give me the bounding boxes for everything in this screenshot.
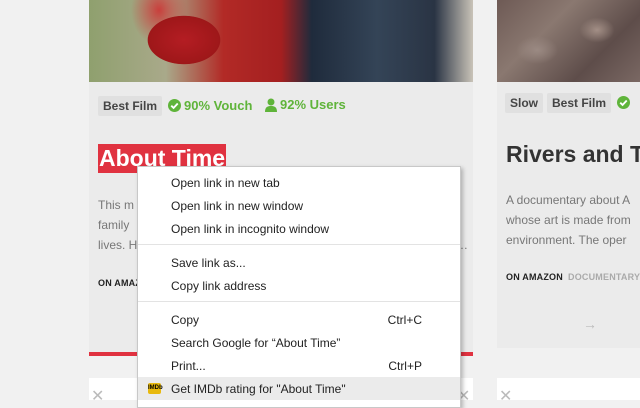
menu-item-open-incognito[interactable]: Open link in incognito window [138, 217, 460, 240]
menu-item-label: Copy link address [171, 278, 267, 293]
imdb-icon: IMDb [148, 383, 163, 394]
tag-slow[interactable]: Slow [505, 93, 544, 113]
desc-line: whose art is made from [506, 213, 631, 227]
menu-item-shortcut: Ctrl+C [387, 312, 422, 327]
movie-photo[interactable] [89, 0, 473, 82]
movie-card-rivers: Slow Best Film Rivers and T A documentar… [497, 0, 640, 348]
context-menu: Open link in new tab Open link in new wi… [137, 166, 461, 408]
desc-line: environment. The oper [506, 233, 627, 247]
desc-line: This m [98, 198, 134, 212]
next-card: ✕ [497, 378, 640, 405]
menu-item-label: Save link as... [171, 255, 246, 270]
movie-description: This m family lives. H [98, 195, 137, 255]
menu-item-label: Open link in incognito window [171, 221, 330, 236]
close-icon[interactable]: ✕ [499, 386, 512, 406]
menu-item-search-google[interactable]: Search Google for “About Time” [138, 331, 460, 354]
genre-link[interactable]: DOCUMENTARY [568, 272, 640, 282]
users-text: 92% Users [280, 97, 346, 112]
movie-photo[interactable] [497, 0, 640, 82]
desc-line: lives. H [98, 238, 138, 252]
user-icon [265, 98, 277, 112]
menu-item-label: Open link in new tab [171, 175, 280, 190]
menu-item-label: Copy [171, 312, 200, 327]
menu-item-open-new-tab[interactable]: Open link in new tab [138, 171, 460, 194]
tag-best-film[interactable]: Best Film [98, 96, 163, 116]
check-circle-icon [617, 96, 630, 109]
check-circle-icon [168, 99, 181, 112]
source-link[interactable]: ON AMAZ [98, 278, 141, 288]
menu-item-print[interactable]: Print... Ctrl+P [138, 354, 460, 377]
source-link[interactable]: ON AMAZON [506, 272, 563, 282]
movie-title-link[interactable]: Rivers and T [506, 141, 640, 168]
menu-item-open-new-window[interactable]: Open link in new window [138, 194, 460, 217]
movie-description: A documentary about A whose art is made … [506, 190, 631, 250]
vouch-score: 90% Vouch [168, 98, 252, 113]
menu-item-copy-link[interactable]: Copy link address [138, 274, 460, 297]
menu-item-label: Open link in new window [171, 198, 304, 213]
menu-separator [138, 244, 460, 245]
menu-item-copy[interactable]: Copy Ctrl+C [138, 308, 460, 331]
menu-item-label: Search Google for “About Time” [171, 335, 341, 350]
arrow-right-icon[interactable]: → [583, 316, 597, 332]
close-icon[interactable]: ✕ [91, 386, 104, 406]
tag-best-film[interactable]: Best Film [547, 93, 612, 113]
menu-item-save-link[interactable]: Save link as... [138, 251, 460, 274]
menu-item-label: Print... [171, 358, 206, 373]
desc-line: family [98, 218, 130, 232]
vouch-text: 90% Vouch [184, 98, 253, 113]
desc-line: A documentary about A [506, 193, 631, 207]
users-score: 92% Users [265, 97, 346, 112]
menu-item-label: Get IMDb rating for "About Time" [171, 381, 346, 396]
menu-separator [138, 301, 460, 302]
menu-item-shortcut: Ctrl+P [388, 358, 422, 373]
menu-item-imdb-rating[interactable]: IMDb Get IMDb rating for "About Time" [138, 377, 460, 400]
